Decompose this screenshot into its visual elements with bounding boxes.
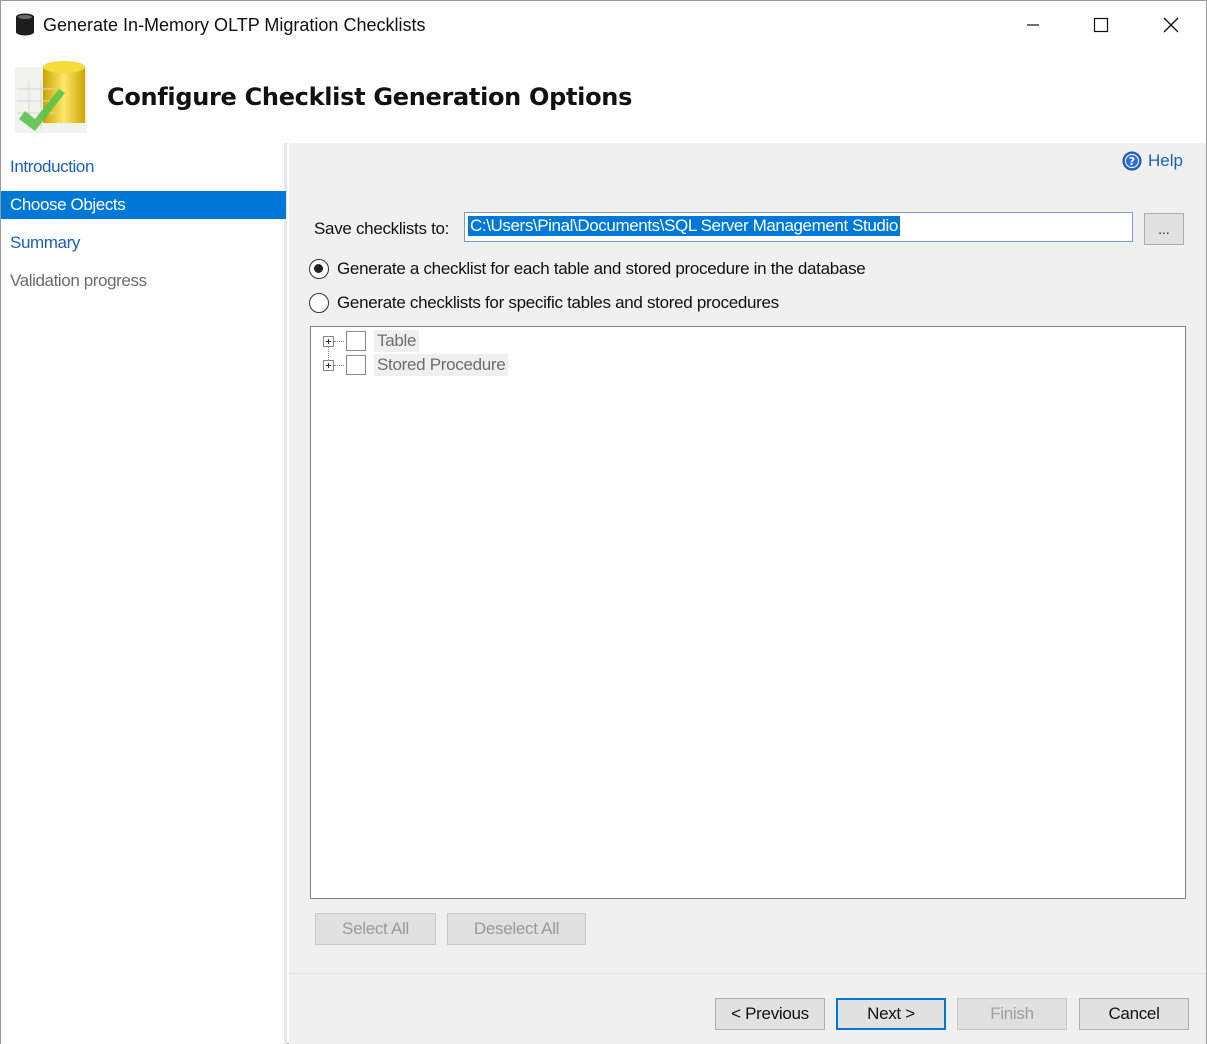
finish-button[interactable]: Finish bbox=[957, 998, 1067, 1030]
tree-item-table-label: Table bbox=[374, 330, 420, 352]
wizard-window: Generate In-Memory OLTP Migration Checkl… bbox=[0, 0, 1207, 1044]
database-icon bbox=[15, 13, 35, 37]
nav-item-choose-objects[interactable]: Choose Objects bbox=[1, 191, 286, 219]
wizard-nav: Introduction Choose Objects Summary Vali… bbox=[1, 143, 287, 1044]
expand-icon[interactable] bbox=[323, 335, 334, 347]
wizard-button-bar: < Previous Next > Finish Cancel bbox=[289, 973, 1206, 1044]
radio-specific-objects-label: Generate checklists for specific tables … bbox=[337, 293, 779, 312]
radio-specific-objects[interactable]: Generate checklists for specific tables … bbox=[309, 293, 779, 313]
minimize-button[interactable] bbox=[999, 1, 1067, 49]
help-circle-icon: ? bbox=[1122, 151, 1142, 171]
browse-button[interactable]: ... bbox=[1144, 213, 1184, 245]
maximize-button[interactable] bbox=[1067, 1, 1135, 49]
save-checklists-label: Save checklists to: bbox=[314, 219, 450, 238]
close-icon bbox=[1163, 17, 1179, 33]
radio-all-objects-indicator[interactable] bbox=[309, 259, 329, 279]
page-title: Configure Checklist Generation Options bbox=[107, 83, 633, 111]
save-path-input[interactable]: C:\Users\Pinal\Documents\SQL Server Mana… bbox=[464, 212, 1133, 242]
tree-item-stored-procedure-checkbox[interactable] bbox=[346, 355, 366, 375]
help-label: Help bbox=[1148, 151, 1183, 170]
wizard-header: Configure Checklist Generation Options bbox=[1, 51, 1206, 143]
tree-connector bbox=[334, 340, 344, 342]
radio-all-objects-label: Generate a checklist for each table and … bbox=[337, 259, 866, 278]
select-all-button[interactable]: Select All bbox=[315, 913, 436, 945]
save-path-value: C:\Users\Pinal\Documents\SQL Server Mana… bbox=[468, 216, 900, 236]
cancel-button[interactable]: Cancel bbox=[1079, 998, 1189, 1030]
next-button[interactable]: Next > bbox=[836, 998, 946, 1030]
nav-item-validation-progress: Validation progress bbox=[10, 271, 147, 290]
minimize-icon bbox=[1027, 24, 1039, 26]
tree-item-stored-procedure[interactable]: Stored Procedure bbox=[323, 354, 509, 376]
checklist-wizard-graphic bbox=[15, 59, 87, 133]
tree-item-table-checkbox[interactable] bbox=[346, 331, 366, 351]
tree-connector bbox=[334, 364, 344, 366]
help-link[interactable]: ? Help bbox=[1122, 151, 1183, 171]
options-panel: ? Help Save checklists to: C:\Users\Pina… bbox=[289, 143, 1206, 973]
radio-specific-objects-indicator[interactable] bbox=[309, 293, 329, 313]
svg-text:?: ? bbox=[1129, 155, 1135, 168]
nav-item-introduction[interactable]: Introduction bbox=[1, 153, 286, 181]
previous-button[interactable]: < Previous bbox=[715, 998, 825, 1030]
title-bar: Generate In-Memory OLTP Migration Checkl… bbox=[1, 1, 1206, 51]
nav-item-summary[interactable]: Summary bbox=[1, 229, 286, 257]
object-tree[interactable]: Table Stored Procedure bbox=[310, 326, 1186, 899]
tree-item-table[interactable]: Table bbox=[323, 330, 420, 352]
deselect-all-button[interactable]: Deselect All bbox=[447, 913, 586, 945]
radio-all-objects[interactable]: Generate a checklist for each table and … bbox=[309, 259, 866, 279]
expand-icon[interactable] bbox=[323, 359, 334, 371]
window-title: Generate In-Memory OLTP Migration Checkl… bbox=[43, 15, 426, 35]
close-button[interactable] bbox=[1137, 1, 1205, 49]
tree-item-stored-procedure-label: Stored Procedure bbox=[374, 354, 509, 376]
maximize-icon bbox=[1093, 17, 1109, 33]
